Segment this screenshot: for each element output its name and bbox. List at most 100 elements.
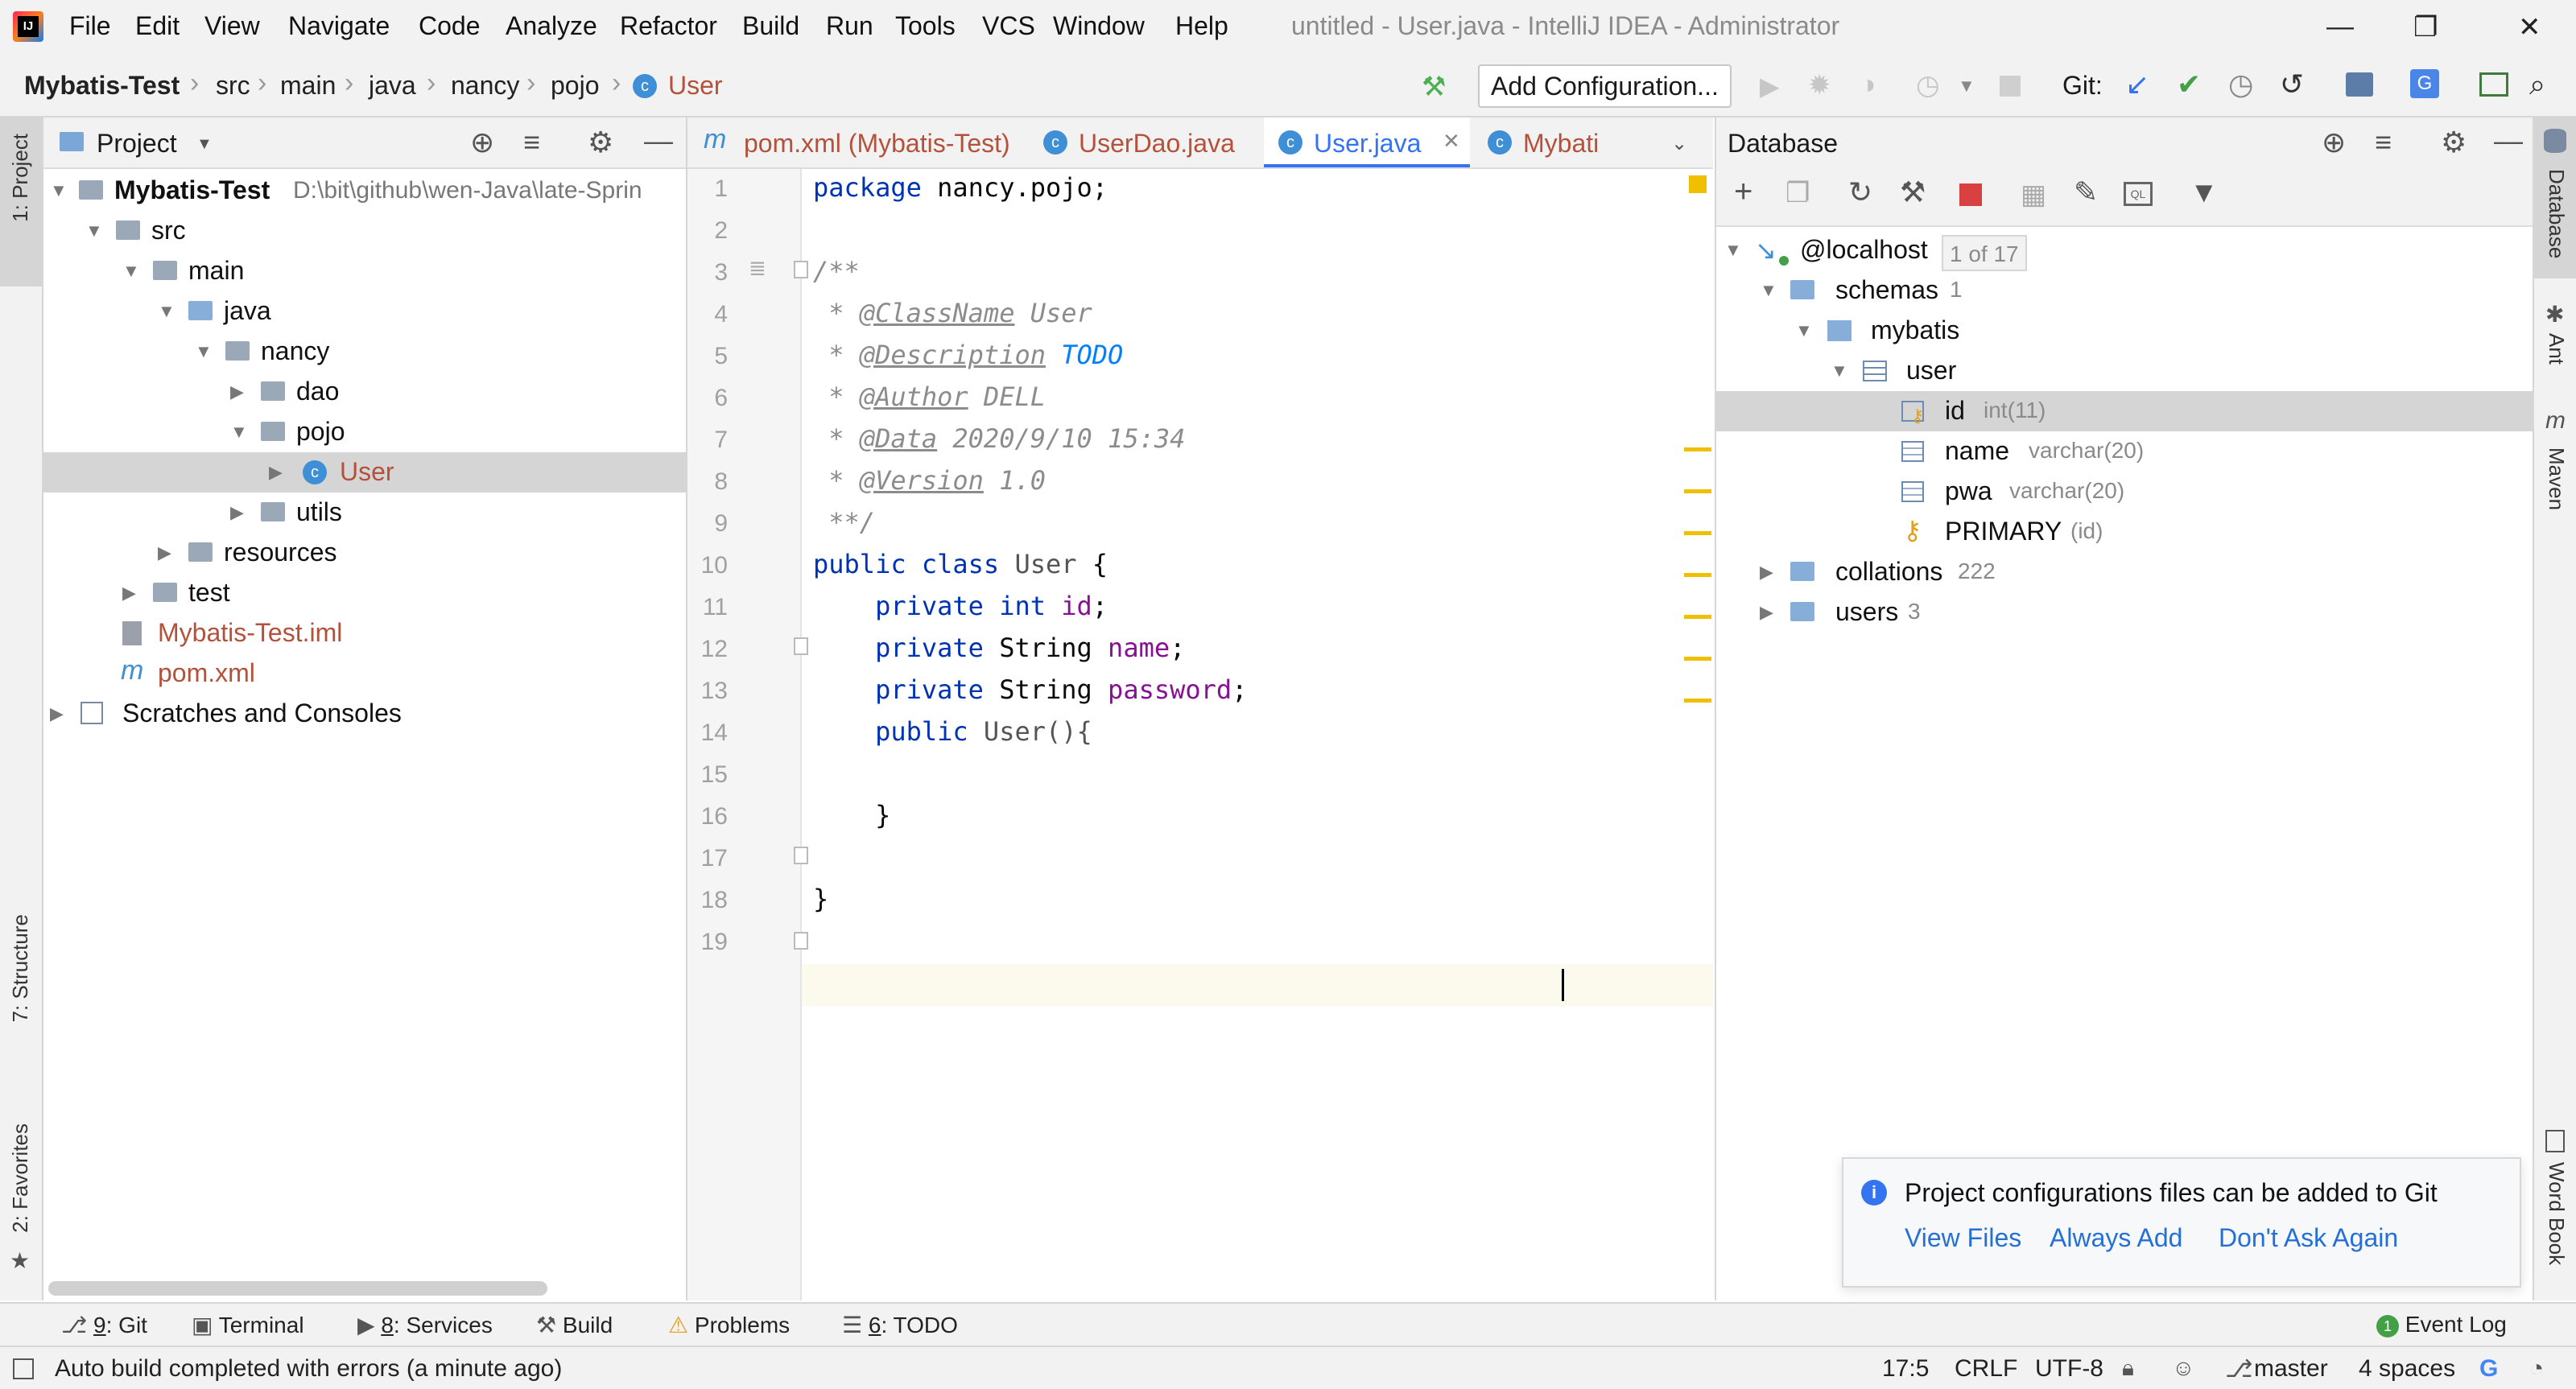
menu-run[interactable]: Run [826,11,873,41]
tree-row-resources[interactable]: ▶ resources [43,533,686,573]
tool-button-event-log[interactable]: 1 Event Log [2376,1312,2507,1337]
tree-row-main[interactable]: ▼ main [43,251,686,291]
chevron-down-icon[interactable]: ▼ [122,261,140,282]
code-line-13[interactable]: private String password; [813,674,1247,705]
db-row-column-id-selected[interactable]: ⚷ id int(11) [1716,391,2533,431]
db-row-primary-key[interactable]: ⚷ PRIMARY (id) [1716,512,2533,552]
tab-user-java-active[interactable]: c User.java ✕ [1264,117,1470,167]
tool-button-terminal[interactable]: ▣ Terminal [192,1312,304,1338]
tree-row-java[interactable]: ▼ java [43,291,686,332]
tree-row-user-selected[interactable]: ▶ c User [43,452,686,493]
tree-row-utils[interactable]: ▶ utils [43,493,686,533]
tree-row-nancy[interactable]: ▼ nancy [43,332,686,372]
close-window-icon[interactable]: ✕ [2518,11,2541,43]
menu-tools[interactable]: Tools [895,11,956,41]
inspector-icon[interactable]: ☺ [2172,1355,2195,1381]
chevron-down-icon[interactable]: ▼ [1724,240,1742,261]
file-encoding[interactable]: UTF-8 [2035,1355,2103,1383]
warning-marker[interactable] [1684,447,1711,451]
google-icon[interactable]: G [2479,1355,2498,1383]
code-line-11[interactable]: private int id; [813,591,1108,621]
code-line-7[interactable]: * @Data 2020/9/10 15:34 [813,423,1185,454]
tree-row-scratches[interactable]: ▶ Scratches and Consoles [43,694,686,734]
code-line-14[interactable]: public User(){ [813,716,1092,747]
tool-tab-database[interactable]: Database [2544,169,2569,258]
translate-icon[interactable]: G [2410,69,2439,98]
disconnect-icon[interactable] [1959,183,1982,206]
doc-render-icon[interactable]: ≣ [749,256,766,281]
menu-window[interactable]: Window [1053,11,1145,41]
tool-tab-ant[interactable]: Ant [2544,333,2569,365]
code-line-8[interactable]: * @Version 1.0 [813,465,1046,496]
profile-icon[interactable]: ◷ [1916,69,1940,101]
breadcrumb-user[interactable]: User [668,71,723,101]
breadcrumb-main[interactable]: main [280,71,336,101]
menu-file[interactable]: File [69,11,111,41]
code-line-16[interactable]: } [813,800,890,831]
build-hammer-icon[interactable]: ⚒ [1422,71,1446,103]
query-console-icon[interactable]: QL [2124,182,2153,206]
menu-refactor[interactable]: Refactor [620,11,717,41]
chevron-down-icon[interactable]: ▼ [158,301,175,322]
menu-help[interactable]: Help [1175,11,1228,41]
menu-edit[interactable]: Edit [135,11,180,41]
git-rollback-icon[interactable]: ↺ [2280,68,2304,101]
locate-icon[interactable]: ⊕ [470,126,494,159]
tree-row-dao[interactable]: ▶ dao [43,372,686,412]
tool-tab-word-book[interactable]: Word Book [2544,1162,2569,1265]
tool-button-problems[interactable]: ⚠ Problems [668,1312,790,1338]
chevron-down-icon[interactable]: ▼ [1795,320,1813,341]
chevron-right-icon[interactable]: ▶ [230,381,244,402]
git-branch[interactable]: master [2254,1355,2328,1383]
tool-button-build[interactable]: ⚒ Build [536,1312,613,1338]
code-line-18[interactable]: } [813,884,828,914]
code-line-1[interactable]: package nancy.pojo; [813,172,1108,203]
chevron-right-icon[interactable]: ▶ [122,583,136,604]
code-line-12[interactable]: private String name; [813,633,1185,663]
breadcrumb-pojo[interactable]: pojo [551,71,600,101]
toggle-tool-windows-icon[interactable] [13,1358,34,1379]
caret-position[interactable]: 17:5 [1882,1355,1929,1383]
breadcrumb-nancy[interactable]: nancy [451,71,519,101]
db-row-users[interactable]: ▶ users 3 [1716,592,2533,633]
menu-vcs[interactable]: VCS [982,11,1035,41]
code-line-10[interactable]: public class User { [813,549,1108,579]
stop-icon[interactable] [2000,76,2021,97]
tree-row-pojo[interactable]: ▼ pojo [43,412,686,452]
tool-tab-maven[interactable]: Maven [2544,447,2569,510]
gear-icon[interactable]: ⚙ [588,126,613,159]
db-row-schemas[interactable]: ▼ schemas 1 [1716,270,2533,311]
tool-tab-favorites[interactable]: 2: Favorites [8,1123,33,1233]
restore-icon[interactable]: ❐ [2413,11,2438,43]
inspection-status-icon[interactable] [1689,175,1707,193]
add-icon[interactable]: + [1734,174,1752,210]
menu-analyze[interactable]: Analyze [506,11,597,41]
memory-indicator-icon[interactable]: ◔ [2529,1355,2544,1383]
add-configuration-button[interactable]: Add Configuration... [1478,64,1732,108]
db-row-collations[interactable]: ▶ collations 222 [1716,552,2533,592]
breadcrumb-java[interactable]: java [369,71,416,101]
code-line-5[interactable]: * @Description TODO [813,340,1123,370]
menu-view[interactable]: View [204,11,260,41]
lock-icon[interactable]: 🔒︎ [2122,1355,2134,1382]
git-history-icon[interactable]: ◷ [2228,68,2253,101]
tab-mybatis-truncated[interactable]: c Mybati [1472,117,1633,167]
code-line-6[interactable]: * @Author DELL [813,381,1046,412]
copy-icon[interactable]: ❐ [1785,177,1810,209]
menu-build[interactable]: Build [742,11,799,41]
warning-marker[interactable] [1684,699,1711,703]
collapse-all-icon[interactable]: ≡ [2375,126,2392,159]
tool-button-services[interactable]: ▶ 8: Services [357,1312,493,1338]
status-message[interactable]: Auto build completed with errors (a minu… [55,1355,562,1383]
tool-tab-structure[interactable]: 7: Structure [8,914,33,1022]
chevron-right-icon[interactable]: ▶ [50,703,64,724]
menu-navigate[interactable]: Navigate [288,11,390,41]
project-panel-title[interactable]: Project [97,129,177,159]
hide-panel-icon[interactable]: — [644,124,673,158]
collapse-all-icon[interactable]: ≡ [523,126,540,159]
horizontal-scrollbar[interactable] [48,1281,547,1296]
hide-panel-icon[interactable]: — [2494,124,2523,158]
db-row-mybatis[interactable]: ▼ mybatis [1716,311,2533,351]
warning-marker[interactable] [1684,531,1711,535]
chevron-right-icon[interactable]: ▶ [230,502,244,523]
